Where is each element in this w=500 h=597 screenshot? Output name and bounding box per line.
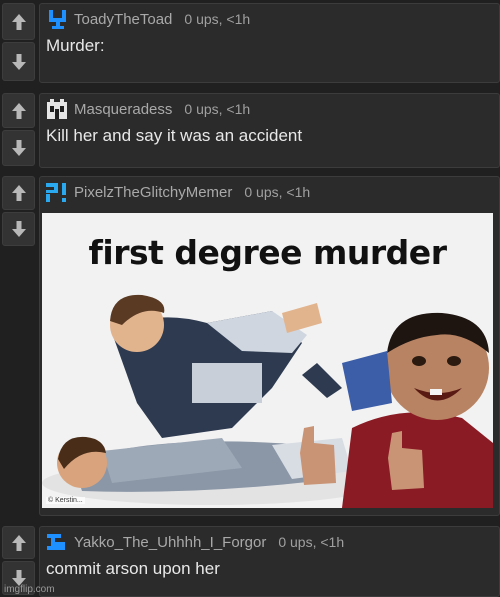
- arrow-up-icon: [11, 102, 26, 119]
- username[interactable]: Yakko_The_Uhhhh_I_Forgor: [74, 534, 266, 551]
- arrow-down-icon: [11, 140, 26, 156]
- comment-text: Kill her and say it was an accident: [46, 126, 303, 145]
- downvote-button[interactable]: [2, 42, 35, 81]
- comment: Masqueradess 0 ups, <1h Kill her and say…: [0, 93, 500, 168]
- toad-pixel-avatar-icon[interactable]: [44, 7, 70, 31]
- arrow-up-icon: [11, 185, 26, 201]
- comment: ToadyTheToad 0 ups, <1h Murder:: [0, 3, 500, 83]
- upvote-button[interactable]: [2, 3, 35, 40]
- vote-column: [0, 3, 35, 83]
- username[interactable]: Masqueradess: [74, 101, 172, 118]
- comment-body: PixelzTheGlitchyMemer 0 ups, <1h first d…: [39, 176, 500, 516]
- upvote-button[interactable]: [2, 93, 35, 128]
- vote-column: [0, 176, 35, 516]
- upvote-button[interactable]: [2, 526, 35, 559]
- comment-text: Murder:: [46, 36, 105, 55]
- comment-header: PixelzTheGlitchyMemer 0 ups, <1h: [40, 177, 499, 207]
- glitch-pixel-avatar-icon[interactable]: [44, 180, 70, 204]
- photo-credit: © Kerstin...: [46, 497, 85, 504]
- comment: Yakko_The_Uhhhh_I_Forgor 0 ups, <1h comm…: [0, 526, 500, 597]
- vote-column: [0, 93, 35, 168]
- comment-header: ToadyTheToad 0 ups, <1h: [40, 4, 499, 34]
- mask-pixel-avatar-icon[interactable]: [44, 97, 70, 121]
- comment-header: Masqueradess 0 ups, <1h: [40, 94, 499, 124]
- arrow-down-icon: [11, 53, 26, 70]
- arrow-up-icon: [11, 13, 26, 30]
- comment-body: ToadyTheToad 0 ups, <1h Murder:: [39, 3, 500, 83]
- upvote-button[interactable]: [2, 176, 35, 210]
- arrow-down-icon: [11, 221, 26, 237]
- comment-body: Masqueradess 0 ups, <1h Kill her and say…: [39, 93, 500, 168]
- meme-image[interactable]: first degree murder © Kerstin...: [42, 213, 493, 508]
- downvote-button[interactable]: [2, 212, 35, 246]
- comment-text: commit arson upon her: [46, 559, 220, 578]
- username[interactable]: ToadyTheToad: [74, 11, 172, 28]
- username[interactable]: PixelzTheGlitchyMemer: [74, 184, 232, 201]
- comment-meta: 0 ups, <1h: [184, 101, 251, 117]
- meme-caption: first degree murder: [88, 233, 447, 272]
- comment-header: Yakko_The_Uhhhh_I_Forgor 0 ups, <1h: [40, 527, 499, 557]
- comment-meta: 0 ups, <1h: [184, 11, 251, 27]
- comment-meta: 0 ups, <1h: [244, 184, 311, 200]
- imgflip-watermark: imgflip.com: [4, 584, 55, 595]
- comment-body: Yakko_The_Uhhhh_I_Forgor 0 ups, <1h comm…: [39, 526, 500, 597]
- comment: PixelzTheGlitchyMemer 0 ups, <1h first d…: [0, 176, 500, 516]
- downvote-button[interactable]: [2, 130, 35, 166]
- pixel-avatar-icon[interactable]: [44, 530, 70, 554]
- arrow-up-icon: [11, 534, 26, 551]
- comment-meta: 0 ups, <1h: [278, 534, 345, 550]
